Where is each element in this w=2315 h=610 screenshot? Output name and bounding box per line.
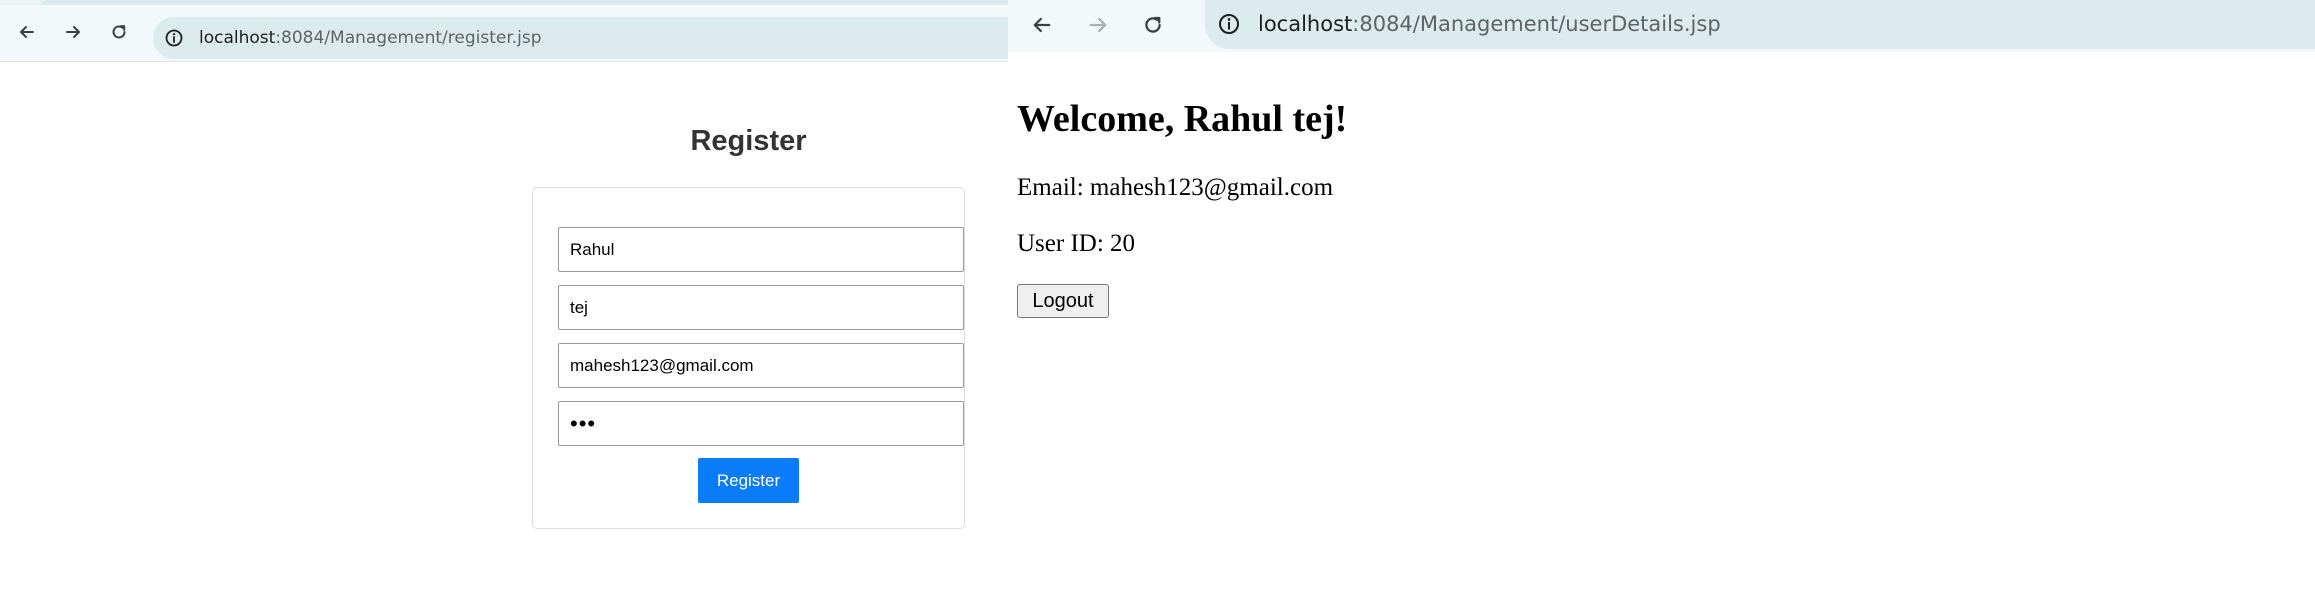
site-info-icon <box>1218 13 1240 35</box>
url-host: localhost <box>199 28 276 48</box>
register-button[interactable]: Register <box>698 458 799 503</box>
address-url[interactable]: localhost:8084/Management/register.jsp <box>199 17 542 59</box>
email-text: Email: mahesh123@gmail.com <box>1017 174 1334 201</box>
site-info-icon <box>165 29 183 47</box>
url-path: :8084/Management/userDetails.jsp <box>1352 12 1721 36</box>
site-info-button[interactable] <box>161 25 187 51</box>
address-bar[interactable]: localhost:8084/Management/userDetails.js… <box>1205 0 2315 49</box>
register-browser-window: localhost:8084/Management/register.jsp R… <box>0 0 1008 610</box>
register-title: Register <box>690 125 807 157</box>
reload-icon <box>1145 16 1161 33</box>
first-name-field[interactable] <box>558 227 964 272</box>
email-field[interactable] <box>558 343 964 388</box>
reload-button[interactable] <box>101 14 137 50</box>
back-button[interactable] <box>1023 6 1061 44</box>
back-button[interactable] <box>9 14 45 50</box>
url-host: localhost <box>1258 12 1353 36</box>
register-page: Register Register <box>0 63 1008 610</box>
address-bar[interactable]: localhost:8084/Management/register.jsp <box>153 17 1008 59</box>
user-details-browser-window: localhost:8084/Management/userDetails.js… <box>1008 0 2315 610</box>
welcome-heading: Welcome, Rahul tej! <box>1017 98 1348 140</box>
back-arrow-icon <box>1033 17 1051 33</box>
forward-button[interactable] <box>55 14 91 50</box>
forward-arrow-icon <box>1089 17 1107 33</box>
site-info-button[interactable] <box>1216 11 1242 37</box>
register-form-card: Register <box>532 187 965 529</box>
user-id-text: User ID: 20 <box>1017 230 1136 257</box>
address-url[interactable]: localhost:8084/Management/userDetails.js… <box>1258 0 1721 49</box>
reload-icon <box>112 25 126 39</box>
browser-toolbar: localhost:8084/Management/register.jsp <box>0 5 1008 62</box>
browser-toolbar: localhost:8084/Management/userDetails.js… <box>1008 0 2315 52</box>
logout-button[interactable]: Logout <box>1017 284 1109 318</box>
reload-button[interactable] <box>1134 6 1172 44</box>
back-arrow-icon <box>20 26 34 38</box>
user-details-page: Welcome, Rahul tej! Email: mahesh123@gma… <box>1008 52 2315 610</box>
forward-arrow-icon <box>66 26 80 38</box>
last-name-field[interactable] <box>558 285 964 330</box>
password-field[interactable] <box>558 401 964 446</box>
forward-button[interactable] <box>1079 6 1117 44</box>
url-path: :8084/Management/register.jsp <box>275 28 542 48</box>
